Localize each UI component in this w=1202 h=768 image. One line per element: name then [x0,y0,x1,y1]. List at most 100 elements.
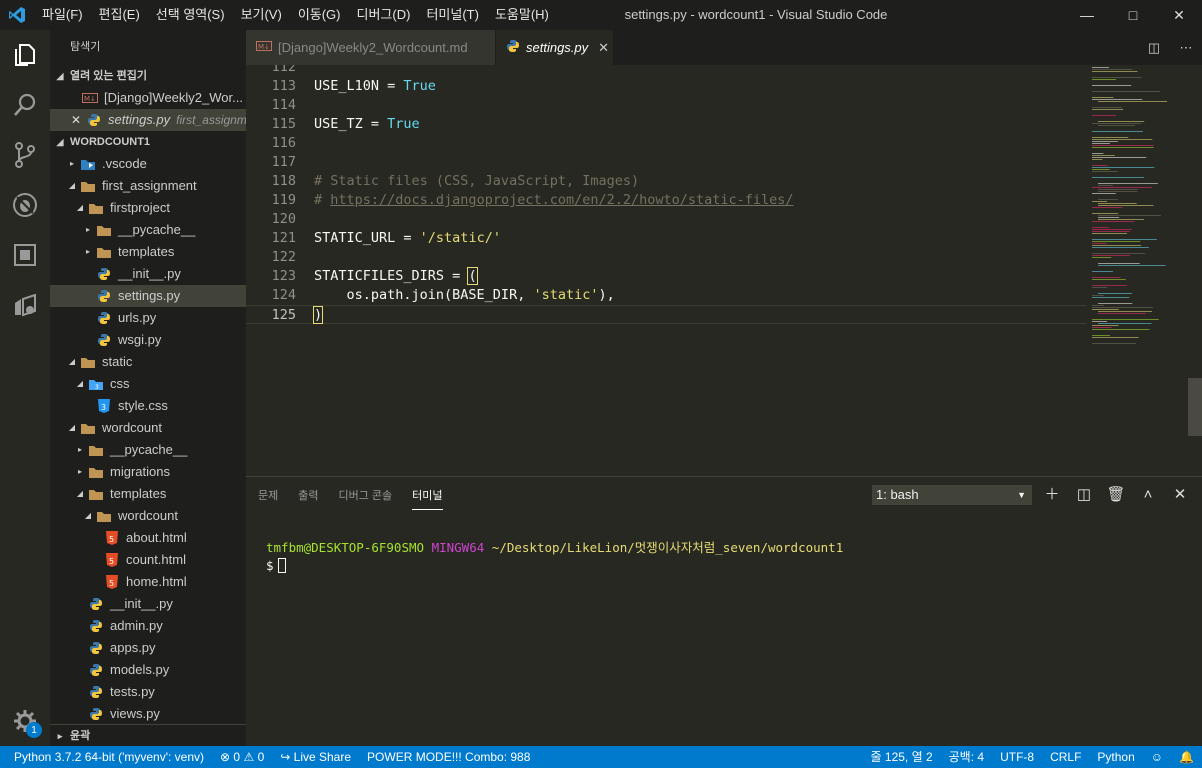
terminal-cursor [277,558,286,573]
close-icon[interactable]: ✕ [66,109,86,131]
minimap-line [1092,221,1135,222]
minimap-line [1098,219,1145,220]
close-window-icon[interactable]: ✕ [1156,0,1202,30]
tree-file[interactable]: urls.py [50,307,246,329]
scrollbar-thumb[interactable] [1188,378,1202,436]
tree-file[interactable]: settings.py [50,285,246,307]
tree-folder[interactable]: ▸ .vscode [50,153,246,175]
tree-file[interactable]: tests.py [50,681,246,703]
menu-file[interactable]: 파일(F) [34,0,91,30]
minimap-line [1098,263,1140,264]
tree-file[interactable]: __init__.py [50,593,246,615]
code-text: USE_L10N = True [314,78,436,94]
tree-folder[interactable]: ◢ wordcount [50,505,246,527]
menu-terminal[interactable]: 터미널(T) [418,0,486,30]
tree-file[interactable]: 5 about.html [50,527,246,549]
tree-file[interactable]: __init__.py [50,263,246,285]
tree-file[interactable]: 5 count.html [50,549,246,571]
tree-folder[interactable]: ◢ first_assignment [50,175,246,197]
minimap-line [1092,139,1153,140]
close-tab-icon[interactable]: ✕ [598,40,609,56]
outline-header[interactable]: ▸ 윤곽 [50,724,246,746]
tree-folder[interactable]: ◢ firstproject [50,197,246,219]
manage-activity-button[interactable]: 1 [0,696,50,746]
tab-terminal[interactable]: 터미널 [412,481,443,510]
explorer-activity-button[interactable] [0,30,50,80]
live-share-status[interactable]: ↪ Live Share [272,746,359,768]
split-terminal-icon[interactable]: ◫ [1068,483,1100,507]
close-panel-icon[interactable]: ✕ [1164,483,1196,507]
chevron-right-icon: ▸ [69,159,74,168]
tree-file[interactable]: models.py [50,659,246,681]
feedback-smiley-icon[interactable]: ☺ [1143,746,1171,768]
source-control-activity-button[interactable] [0,130,50,180]
line-ending[interactable]: CRLF [1042,746,1089,768]
indentation[interactable]: 공백: 4 [941,746,992,768]
minimap-line [1092,155,1115,156]
menu-help[interactable]: 도움말(H) [487,0,557,30]
encoding[interactable]: UTF-8 [992,746,1042,768]
menu-selection[interactable]: 선택 영역(S) [148,0,233,30]
tree-folder[interactable]: ◢ wordcount [50,417,246,439]
language-mode[interactable]: Python [1089,746,1142,768]
live-share-activity-button[interactable] [0,280,50,330]
more-actions-icon[interactable]: ⋯ [1170,40,1202,56]
menu-view[interactable]: 보기(V) [233,0,290,30]
debug-activity-button[interactable] [0,180,50,230]
html-file-icon: 5 [104,574,120,590]
tree-folder[interactable]: ▸ __pycache__ [50,219,246,241]
minimap-line [1092,343,1137,344]
minimize-icon[interactable]: — [1064,0,1110,30]
tree-folder[interactable]: ▸ templates [50,241,246,263]
minimap-line [1098,121,1145,122]
tree-file[interactable]: 3 style.css [50,395,246,417]
workspace-header[interactable]: ◢ WORDCOUNT1 [50,131,246,153]
minimap-line [1092,335,1110,336]
open-editor-item[interactable]: M↓ [Django]Weekly2_Wor... [50,87,246,109]
problems-status[interactable]: ⊗ 0 ⚠ 0 [212,746,272,768]
python-interpreter[interactable]: Python 3.7.2 64-bit ('myvenv': venv) [0,746,212,768]
maximize-panel-icon[interactable]: ˄ [1132,483,1164,507]
trash-icon[interactable]: 🗑 [1100,483,1132,507]
minimap-line [1092,123,1142,124]
menu-debug[interactable]: 디버그(D) [349,0,419,30]
tab-problems[interactable]: 문제 [258,481,278,509]
minimap-line [1092,153,1104,154]
terminal-select[interactable]: 1: bash ▼ [872,485,1032,505]
tree-file[interactable]: wsgi.py [50,329,246,351]
bell-icon[interactable]: 🔔 [1171,746,1202,768]
tree-folder[interactable]: ▸ __pycache__ [50,439,246,461]
line-number: 112 [271,65,296,75]
terminal-output[interactable]: tmfbm@DESKTOP-6F90SMO MINGW64 ~/Desktop/… [266,539,843,575]
split-editor-icon[interactable]: ◫ [1138,40,1170,56]
open-editors-header[interactable]: ◢ 열려 있는 편집기 [50,65,246,87]
menu-go[interactable]: 이동(G) [290,0,349,30]
tab-debug-console[interactable]: 디버그 콘솔 [339,481,393,509]
tree-item-label: apps.py [110,640,156,655]
tab-output[interactable]: 출력 [298,481,318,509]
code-editor[interactable]: 112 113 USE_L10N = True 114 115 USE_TZ = True… [246,65,1086,476]
open-editor-item-active[interactable]: ✕ settings.py first_assignm... [50,109,246,131]
tree-folder[interactable]: ◢ 3 css [50,373,246,395]
tab-markdown[interactable]: M↓ [Django]Weekly2_Wordcount.md [246,30,496,65]
tree-file[interactable]: 5 home.html [50,571,246,593]
editor-scrollbar[interactable] [1188,65,1202,476]
tree-file[interactable]: views.py [50,703,246,725]
tab-settings-py[interactable]: settings.py ✕ [496,30,614,65]
tree-folder[interactable]: ◢ static [50,351,246,373]
tree-folder[interactable]: ◢ templates [50,483,246,505]
maximize-icon[interactable]: □ [1110,0,1156,30]
menu-edit[interactable]: 편집(E) [91,0,148,30]
search-activity-button[interactable] [0,80,50,130]
tree-file[interactable]: admin.py [50,615,246,637]
tree-folder[interactable]: ▸ migrations [50,461,246,483]
extensions-activity-button[interactable] [0,230,50,280]
chevron-down-icon: ◢ [68,181,76,190]
minimap-line [1098,183,1158,184]
python-file-icon [506,39,520,56]
cursor-position[interactable]: 줄 125, 열 2 [863,746,941,768]
new-terminal-icon[interactable]: ＋ [1036,483,1068,507]
minimap[interactable] [1086,65,1186,476]
line-number: 115 [271,116,296,132]
tree-file[interactable]: apps.py [50,637,246,659]
